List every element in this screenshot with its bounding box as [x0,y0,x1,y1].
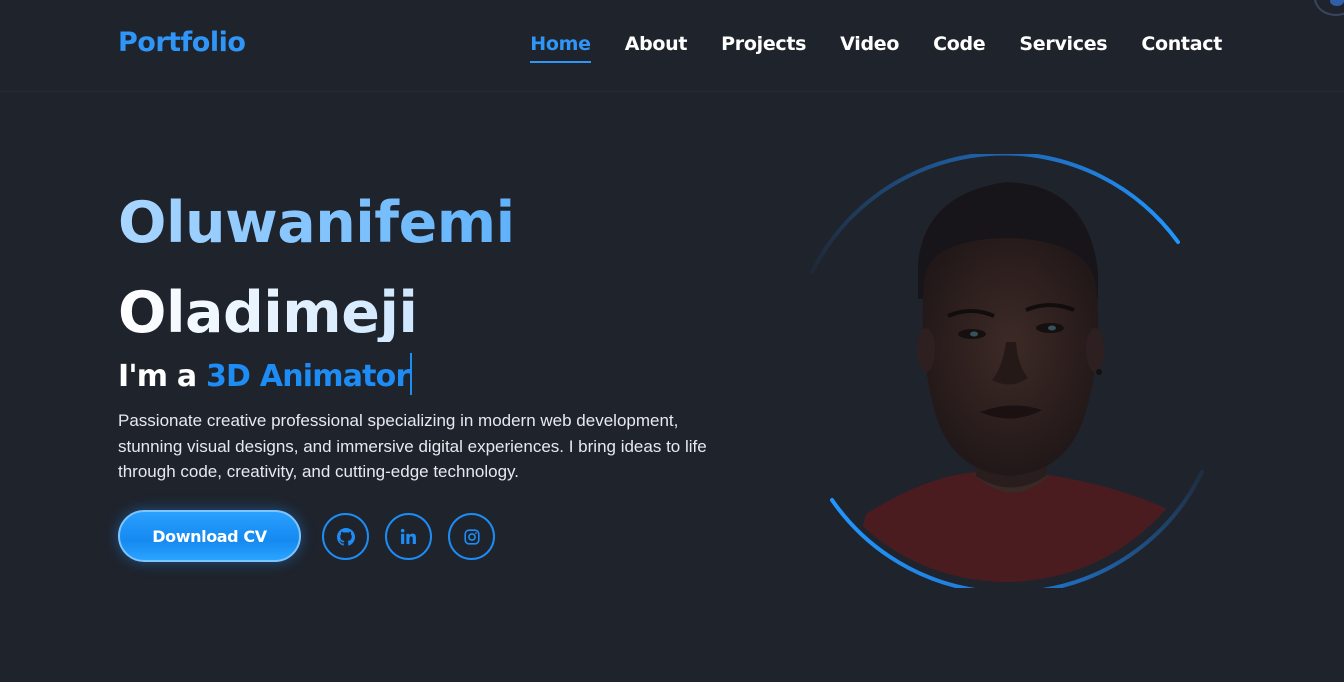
navbar: Portfolio Home About Projects Video Code… [0,0,1344,92]
theme-toggle-icon[interactable] [1314,0,1344,16]
profile-portrait [806,154,1206,588]
hero-role-line: I'm a 3D Animator [118,353,413,395]
download-cv-button[interactable]: Download CV [118,510,301,562]
nav-links: Home About Projects Video Code Services … [530,33,1222,63]
nav-code[interactable]: Code [933,33,986,55]
nav-about[interactable]: About [625,33,688,55]
nav-projects[interactable]: Projects [721,33,806,55]
github-link[interactable] [322,513,369,560]
instagram-icon [463,528,480,545]
role-title: 3D Animator [205,359,410,394]
nav-home[interactable]: Home [530,33,592,63]
nav-services[interactable]: Services [1019,33,1107,55]
hero-description: Passionate creative professional special… [118,411,707,481]
linkedin-icon [400,528,417,545]
typing-caret [410,353,413,395]
linkedin-link[interactable] [385,513,432,560]
nav-video[interactable]: Video [840,33,899,55]
instagram-link[interactable] [448,513,495,560]
portfolio-page: Portfolio Home About Projects Video Code… [0,0,1344,682]
nav-contact[interactable]: Contact [1141,33,1222,55]
hero-last-name: Oladimeji [118,280,418,346]
github-icon [336,527,355,546]
brand-logo[interactable]: Portfolio [118,27,246,58]
role-prefix: I'm a [118,359,197,394]
hero-first-name: Oluwanifemi [118,190,515,256]
